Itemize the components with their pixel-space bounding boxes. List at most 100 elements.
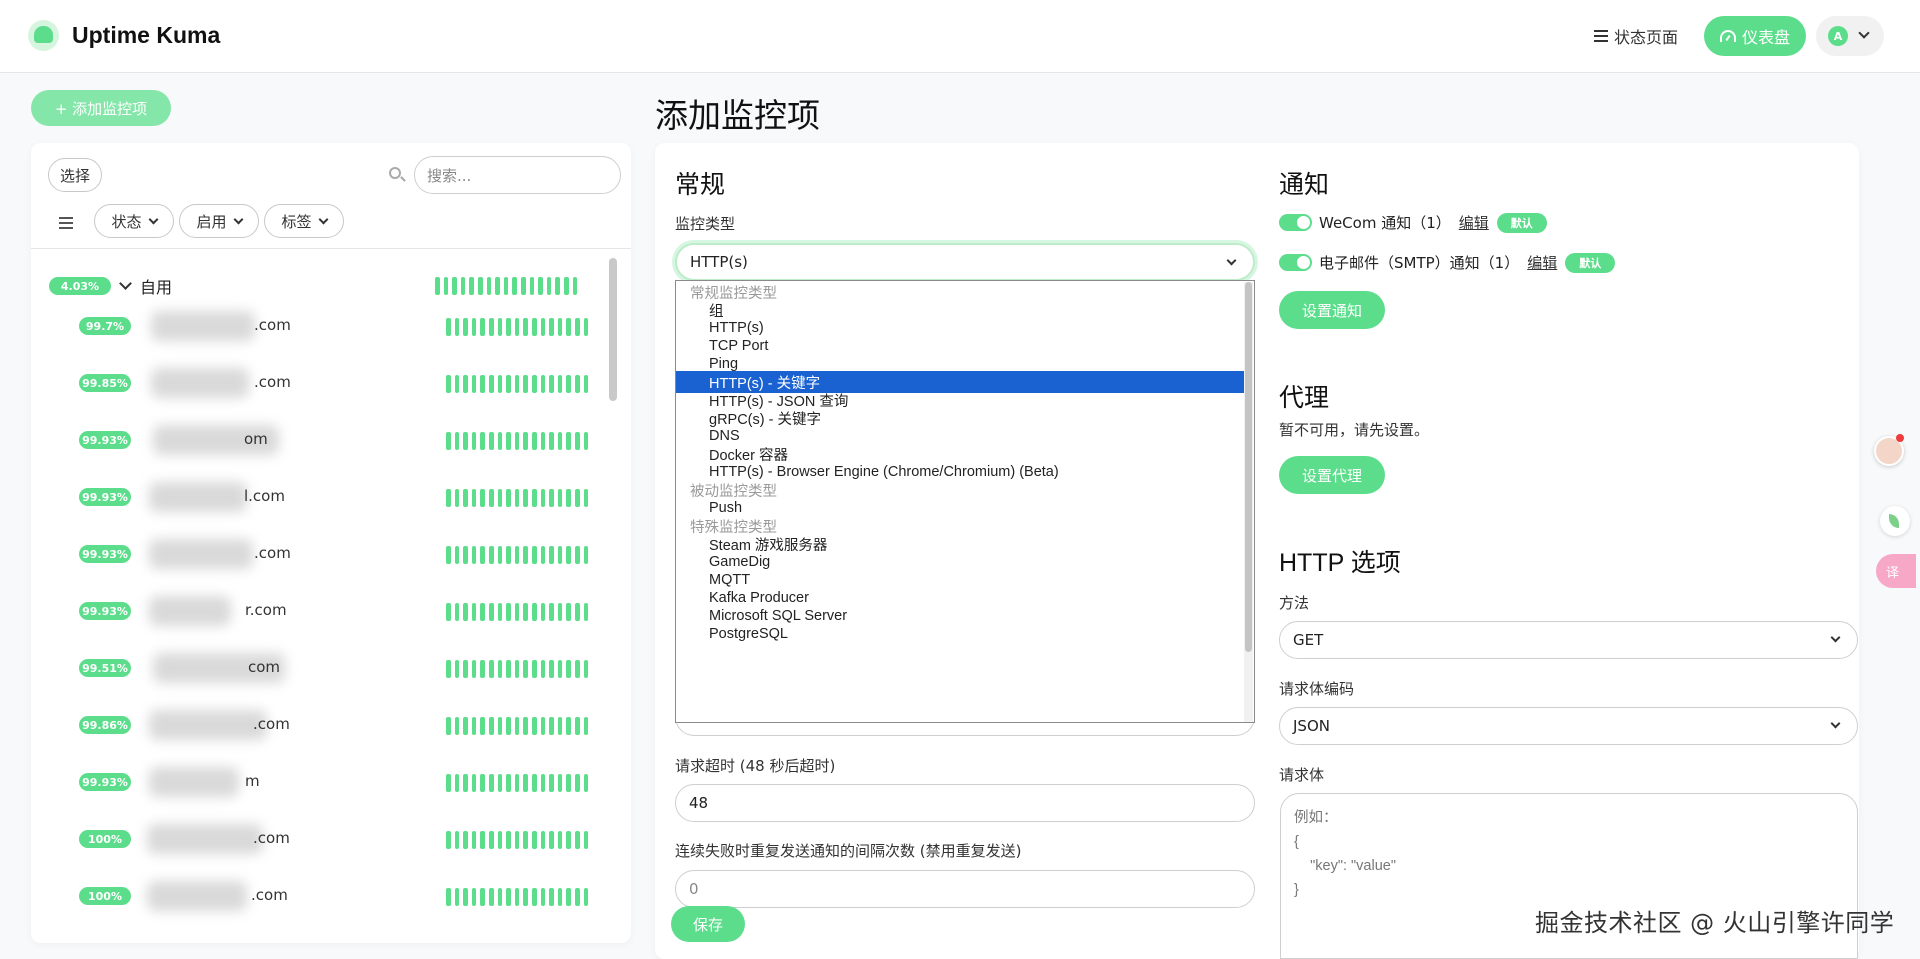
heartbeat-beat bbox=[557, 432, 563, 450]
monitor-row[interactable]: 99.93% r.com bbox=[31, 583, 611, 640]
heartbeat-beat bbox=[523, 717, 528, 735]
body-encoding-value: JSON bbox=[1293, 717, 1330, 735]
heartbeat-beat bbox=[506, 717, 511, 735]
heartbeat-beat bbox=[497, 375, 503, 393]
heartbeat-beat bbox=[583, 774, 589, 792]
redacted-hostname bbox=[147, 824, 263, 854]
monitor-list-panel: 选择 搜索... 状态 启用 标签 4.03% 自用 99.7% .com 99.8… bbox=[31, 143, 631, 943]
monitor-row[interactable]: 99.85% .com bbox=[31, 355, 611, 412]
heartbeat-beat bbox=[557, 717, 563, 735]
heartbeat-beat bbox=[574, 888, 580, 906]
heartbeat-beat bbox=[531, 375, 537, 393]
select-button[interactable]: 选择 bbox=[48, 158, 102, 192]
heartbeat-beat bbox=[514, 318, 520, 336]
app-title[interactable]: Uptime Kuma bbox=[72, 22, 220, 49]
monitor-name: com bbox=[248, 658, 281, 676]
dashboard-button[interactable]: 仪表盘 bbox=[1704, 16, 1806, 56]
edit-link[interactable]: 编辑 bbox=[1527, 252, 1557, 273]
monitor-row[interactable]: 99.51% com bbox=[31, 640, 611, 697]
user-menu[interactable]: A bbox=[1816, 16, 1884, 56]
heartbeat-beat bbox=[454, 717, 460, 735]
redacted-hostname bbox=[149, 767, 239, 797]
monitor-name: .com bbox=[253, 829, 290, 847]
heartbeat-beat bbox=[446, 432, 451, 450]
dashboard-gauge-icon bbox=[1719, 30, 1736, 42]
heartbeat-beat bbox=[471, 888, 477, 906]
filter-status-label: 状态 bbox=[111, 212, 142, 231]
heartbeat-beat bbox=[497, 831, 503, 849]
monitor-name: .com bbox=[254, 544, 291, 562]
heartbeat-beat bbox=[531, 546, 537, 564]
heartbeat-beat bbox=[463, 774, 468, 792]
heartbeat-beat bbox=[514, 375, 520, 393]
translate-button[interactable]: 译 bbox=[1876, 554, 1916, 588]
resend-interval-input[interactable]: 0 bbox=[675, 870, 1255, 908]
monitor-row[interactable]: 99.86% .com bbox=[31, 697, 611, 754]
heartbeat-beat bbox=[488, 831, 494, 849]
heartbeat-beat bbox=[480, 603, 485, 621]
search-input[interactable]: 搜索... bbox=[414, 156, 621, 194]
monitor-row[interactable]: 100% .com bbox=[31, 811, 611, 868]
monitor-type-dropdown[interactable]: 常规监控类型组 HTTP(s) TCP Port Ping HTTP(s) - 关键字 H… bbox=[675, 280, 1255, 723]
heartbeat-beat bbox=[540, 831, 546, 849]
filter-status[interactable]: 状态 bbox=[94, 204, 174, 238]
heartbeat-beat bbox=[555, 277, 560, 295]
resend-interval-label: 连续失败时重复发送通知的间隔次数 (禁用重复发送) bbox=[675, 842, 1022, 860]
heartbeat-beat bbox=[514, 717, 520, 735]
heartbeat-beat bbox=[480, 660, 485, 678]
monitor-type-select[interactable]: HTTP(s) bbox=[675, 243, 1255, 281]
method-select[interactable]: GET bbox=[1279, 621, 1858, 659]
scrollbar[interactable] bbox=[609, 258, 617, 401]
heartbeat-beat bbox=[460, 277, 466, 295]
notifications-heading: 通知 bbox=[1279, 171, 1330, 199]
dropdown-scrollbar[interactable] bbox=[1244, 282, 1253, 722]
monitor-row[interactable]: 99.7% .com bbox=[31, 298, 611, 355]
heartbeat-beat bbox=[463, 489, 468, 507]
heartbeat-beat bbox=[531, 603, 537, 621]
chevron-down-icon bbox=[1830, 632, 1841, 643]
body-encoding-select[interactable]: JSON bbox=[1279, 707, 1858, 745]
heartbeat-beat bbox=[471, 603, 477, 621]
filter-active[interactable]: 启用 bbox=[179, 204, 259, 238]
heartbeat-bar bbox=[446, 831, 589, 849]
heartbeat-beat bbox=[454, 603, 460, 621]
save-button[interactable]: 保存 bbox=[671, 906, 745, 942]
monitor-row[interactable]: 99.93% .com bbox=[31, 526, 611, 583]
heartbeat-beat bbox=[574, 432, 580, 450]
heartbeat-beat bbox=[574, 318, 580, 336]
monitor-type-option[interactable]: PostgreSQL bbox=[676, 623, 1245, 645]
heartbeat-beat bbox=[549, 375, 554, 393]
timeout-input[interactable]: 48 bbox=[675, 784, 1255, 822]
heartbeat-beat bbox=[488, 603, 494, 621]
heartbeat-beat bbox=[514, 774, 520, 792]
notification-toggle-wecom[interactable] bbox=[1279, 214, 1312, 231]
edit-link[interactable]: 编辑 bbox=[1459, 212, 1489, 233]
notification-toggle-smtp[interactable] bbox=[1279, 254, 1312, 271]
monitor-row[interactable]: 99.93% l.com bbox=[31, 469, 611, 526]
status-page-link[interactable]: 状态页面 bbox=[1594, 24, 1678, 48]
logo-icon[interactable] bbox=[28, 20, 59, 51]
filter-tags[interactable]: 标签 bbox=[264, 204, 344, 238]
heartbeat-beat bbox=[566, 318, 571, 336]
heartbeat-beat bbox=[531, 489, 537, 507]
heartbeat-bar bbox=[446, 660, 589, 678]
heartbeat-beat bbox=[506, 375, 511, 393]
heartbeat-beat bbox=[566, 546, 571, 564]
setup-notification-button[interactable]: 设置通知 bbox=[1279, 291, 1385, 329]
heartbeat-beat bbox=[446, 831, 451, 849]
leaf-icon[interactable] bbox=[1880, 506, 1910, 536]
heartbeat-beat bbox=[463, 546, 468, 564]
heartbeat-beat bbox=[506, 546, 511, 564]
monitor-name: .com bbox=[253, 715, 290, 733]
monitor-group[interactable]: 自用 bbox=[119, 274, 172, 298]
heartbeat-beat bbox=[463, 603, 468, 621]
monitor-row[interactable]: 100% .com bbox=[31, 868, 611, 925]
heartbeat-beat bbox=[540, 660, 546, 678]
monitor-row[interactable]: 99.93% om bbox=[31, 412, 611, 469]
setup-proxy-button[interactable]: 设置代理 bbox=[1279, 456, 1385, 494]
list-icon[interactable] bbox=[59, 217, 73, 229]
heartbeat-beat bbox=[531, 660, 537, 678]
monitor-row[interactable]: 99.93% m bbox=[31, 754, 611, 811]
chevron-down-icon bbox=[1858, 27, 1870, 39]
add-monitor-button[interactable]: + 添加监控项 bbox=[31, 90, 171, 126]
